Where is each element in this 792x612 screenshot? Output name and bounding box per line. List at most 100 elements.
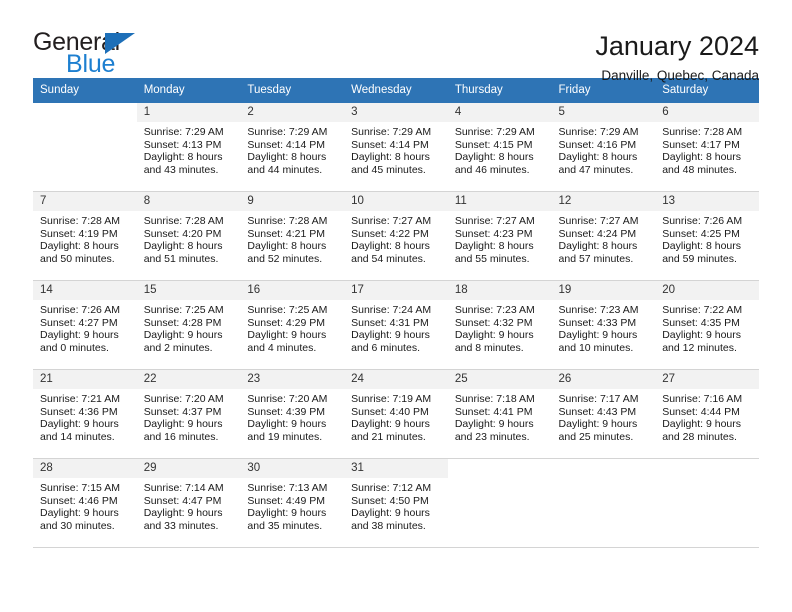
daylight-text-line2: and 33 minutes. bbox=[143, 519, 219, 532]
daylight-text-line1: Daylight: 8 hours bbox=[143, 240, 223, 253]
weekday-header-monday: Monday bbox=[136, 78, 241, 103]
calendar-day-cell[interactable]: 31 Sunrise: 7:12 AM Sunset: 4:50 PM Dayligh… bbox=[344, 458, 448, 548]
daylight-text-line2: and 10 minutes. bbox=[558, 341, 634, 354]
calendar-day-cell[interactable]: 13 Sunrise: 7:26 AM Sunset: 4:25 PM Dayligh… bbox=[655, 191, 759, 281]
calendar-day-cell[interactable]: 1 Sunrise: 7:29 AM Sunset: 4:13 PM Daylight… bbox=[136, 102, 241, 192]
day-sun-info: Sunrise: 7:25 AM Sunset: 4:29 PM Daylight:… bbox=[240, 300, 344, 354]
sunset-text: Sunset: 4:29 PM bbox=[247, 316, 326, 329]
calendar-day-cell[interactable]: 18 Sunrise: 7:23 AM Sunset: 4:32 PM Dayligh… bbox=[447, 280, 552, 370]
calendar-day-cell[interactable]: 22 Sunrise: 7:20 AM Sunset: 4:37 PM Dayligh… bbox=[136, 369, 241, 459]
calendar-day-cell[interactable]: 15 Sunrise: 7:25 AM Sunset: 4:28 PM Dayligh… bbox=[136, 280, 241, 370]
daylight-text-line1: Daylight: 9 hours bbox=[40, 418, 119, 431]
day-number: 16 bbox=[240, 281, 345, 300]
daylight-text-line2: and 0 minutes. bbox=[40, 341, 109, 354]
sunrise-text: Sunrise: 7:18 AM bbox=[454, 393, 535, 405]
calendar-day-cell[interactable]: 27 Sunrise: 7:16 AM Sunset: 4:44 PM Dayligh… bbox=[655, 369, 759, 459]
daylight-text-line2: and 23 minutes. bbox=[454, 430, 530, 443]
calendar-day-cell[interactable]: 14 Sunrise: 7:26 AM Sunset: 4:27 PM Dayligh… bbox=[33, 280, 137, 370]
day-sun-info: Sunrise: 7:26 AM Sunset: 4:25 PM Daylight:… bbox=[655, 211, 759, 265]
calendar-body: 1 Sunrise: 7:29 AM Sunset: 4:13 PM Daylight… bbox=[33, 102, 759, 548]
sunset-text: Sunset: 4:19 PM bbox=[40, 227, 118, 240]
day-sun-info: Sunrise: 7:26 AM Sunset: 4:27 PM Daylight:… bbox=[33, 300, 137, 354]
sunrise-text: Sunrise: 7:23 AM bbox=[454, 304, 535, 316]
calendar-empty-cell bbox=[33, 102, 137, 192]
day-number: 19 bbox=[551, 281, 656, 300]
day-number: 21 bbox=[33, 370, 137, 389]
calendar-day-cell[interactable]: 23 Sunrise: 7:20 AM Sunset: 4:39 PM Dayligh… bbox=[240, 369, 345, 459]
calendar-day-cell[interactable]: 26 Sunrise: 7:17 AM Sunset: 4:43 PM Dayligh… bbox=[551, 369, 656, 459]
calendar-day-cell[interactable]: 6 Sunrise: 7:28 AM Sunset: 4:17 PM Daylight… bbox=[655, 102, 759, 192]
calendar-day-cell[interactable]: 2 Sunrise: 7:29 AM Sunset: 4:14 PM Daylight… bbox=[240, 102, 345, 192]
day-number: 24 bbox=[344, 370, 448, 389]
calendar-day-cell[interactable]: 29 Sunrise: 7:14 AM Sunset: 4:47 PM Dayligh… bbox=[136, 458, 241, 548]
day-sun-info: Sunrise: 7:13 AM Sunset: 4:49 PM Daylight:… bbox=[240, 478, 344, 532]
calendar-day-cell[interactable]: 21 Sunrise: 7:21 AM Sunset: 4:36 PM Dayligh… bbox=[33, 369, 137, 459]
sunset-text: Sunset: 4:17 PM bbox=[662, 138, 740, 151]
calendar-day-cell[interactable]: 19 Sunrise: 7:23 AM Sunset: 4:33 PM Dayligh… bbox=[551, 280, 656, 370]
day-number: 31 bbox=[344, 459, 448, 478]
calendar-day-cell[interactable]: 20 Sunrise: 7:22 AM Sunset: 4:35 PM Dayligh… bbox=[655, 280, 759, 370]
sunset-text: Sunset: 4:33 PM bbox=[558, 316, 637, 329]
daylight-text-line1: Daylight: 8 hours bbox=[247, 151, 327, 164]
sunset-text: Sunset: 4:35 PM bbox=[662, 316, 740, 329]
calendar-day-cell[interactable]: 11 Sunrise: 7:27 AM Sunset: 4:23 PM Dayligh… bbox=[447, 191, 552, 281]
general-blue-logo: General Blue bbox=[33, 28, 151, 78]
sunset-text: Sunset: 4:44 PM bbox=[662, 405, 740, 418]
daylight-text-line1: Daylight: 8 hours bbox=[143, 151, 223, 164]
sunrise-text: Sunrise: 7:29 AM bbox=[454, 126, 535, 138]
calendar-day-cell[interactable]: 7 Sunrise: 7:28 AM Sunset: 4:19 PM Daylight… bbox=[33, 191, 137, 281]
sunrise-text: Sunrise: 7:20 AM bbox=[247, 393, 328, 405]
sunset-text: Sunset: 4:46 PM bbox=[40, 494, 118, 507]
calendar-day-cell[interactable]: 8 Sunrise: 7:28 AM Sunset: 4:20 PM Daylight… bbox=[136, 191, 241, 281]
sunset-text: Sunset: 4:13 PM bbox=[143, 138, 222, 151]
sunrise-text: Sunrise: 7:16 AM bbox=[662, 393, 743, 405]
day-sun-info: Sunrise: 7:29 AM Sunset: 4:13 PM Daylight:… bbox=[137, 122, 241, 176]
daylight-text-line1: Daylight: 9 hours bbox=[40, 329, 119, 342]
calendar-day-cell[interactable]: 9 Sunrise: 7:28 AM Sunset: 4:21 PM Daylight… bbox=[240, 191, 345, 281]
sunset-text: Sunset: 4:20 PM bbox=[143, 227, 222, 240]
sunrise-text: Sunrise: 7:29 AM bbox=[558, 126, 639, 138]
sunrise-text: Sunrise: 7:17 AM bbox=[558, 393, 639, 405]
sunrise-text: Sunrise: 7:29 AM bbox=[143, 126, 224, 138]
sunset-text: Sunset: 4:14 PM bbox=[351, 138, 429, 151]
calendar-day-cell[interactable]: 28 Sunrise: 7:15 AM Sunset: 4:46 PM Dayligh… bbox=[33, 458, 137, 548]
calendar-day-cell[interactable]: 24 Sunrise: 7:19 AM Sunset: 4:40 PM Dayligh… bbox=[344, 369, 448, 459]
sunrise-text: Sunrise: 7:13 AM bbox=[247, 482, 328, 494]
calendar-day-cell[interactable]: 30 Sunrise: 7:13 AM Sunset: 4:49 PM Dayligh… bbox=[240, 458, 345, 548]
calendar-day-cell[interactable]: 25 Sunrise: 7:18 AM Sunset: 4:41 PM Dayligh… bbox=[447, 369, 552, 459]
daylight-text-line1: Daylight: 9 hours bbox=[247, 418, 327, 431]
day-sun-info: Sunrise: 7:22 AM Sunset: 4:35 PM Daylight:… bbox=[655, 300, 759, 354]
day-cell-inner: 1 Sunrise: 7:29 AM Sunset: 4:13 PM Daylight… bbox=[136, 103, 241, 191]
daylight-text-line1: Daylight: 9 hours bbox=[454, 329, 534, 342]
day-sun-info: Sunrise: 7:16 AM Sunset: 4:44 PM Daylight:… bbox=[655, 389, 759, 443]
calendar-day-cell[interactable]: 3 Sunrise: 7:29 AM Sunset: 4:14 PM Daylight… bbox=[344, 102, 448, 192]
daylight-text-line2: and 59 minutes. bbox=[662, 252, 737, 265]
calendar-day-cell[interactable]: 12 Sunrise: 7:27 AM Sunset: 4:24 PM Dayligh… bbox=[551, 191, 656, 281]
day-sun-info: Sunrise: 7:29 AM Sunset: 4:14 PM Daylight:… bbox=[344, 122, 448, 176]
sunrise-text: Sunrise: 7:27 AM bbox=[351, 215, 432, 227]
calendar-day-cell[interactable]: 10 Sunrise: 7:27 AM Sunset: 4:22 PM Dayligh… bbox=[344, 191, 448, 281]
sunrise-text: Sunrise: 7:14 AM bbox=[143, 482, 224, 494]
sunset-text: Sunset: 4:41 PM bbox=[454, 405, 533, 418]
calendar-day-cell[interactable]: 4 Sunrise: 7:29 AM Sunset: 4:15 PM Daylight… bbox=[447, 102, 552, 192]
day-cell-inner: 25 Sunrise: 7:18 AM Sunset: 4:41 PM Dayligh… bbox=[447, 370, 552, 458]
calendar-day-cell[interactable]: 5 Sunrise: 7:29 AM Sunset: 4:16 PM Daylight… bbox=[551, 102, 656, 192]
calendar-day-cell[interactable]: 17 Sunrise: 7:24 AM Sunset: 4:31 PM Dayligh… bbox=[344, 280, 448, 370]
day-cell-inner: 17 Sunrise: 7:24 AM Sunset: 4:31 PM Dayligh… bbox=[344, 281, 448, 369]
daylight-text-line2: and 43 minutes. bbox=[143, 163, 219, 176]
daylight-text-line1: Daylight: 8 hours bbox=[558, 151, 638, 164]
day-number: 18 bbox=[447, 281, 552, 300]
daylight-text-line1: Daylight: 9 hours bbox=[143, 507, 223, 520]
day-cell-inner: 8 Sunrise: 7:28 AM Sunset: 4:20 PM Daylight… bbox=[136, 192, 241, 280]
daylight-text-line2: and 46 minutes. bbox=[454, 163, 530, 176]
daylight-text-line2: and 47 minutes. bbox=[558, 163, 634, 176]
sunrise-text: Sunrise: 7:29 AM bbox=[351, 126, 432, 138]
day-sun-info: Sunrise: 7:23 AM Sunset: 4:33 PM Daylight:… bbox=[552, 300, 656, 354]
day-cell-inner: 29 Sunrise: 7:14 AM Sunset: 4:47 PM Dayligh… bbox=[136, 459, 241, 547]
day-sun-info: Sunrise: 7:27 AM Sunset: 4:23 PM Daylight:… bbox=[448, 211, 552, 265]
daylight-text-line2: and 55 minutes. bbox=[454, 252, 530, 265]
calendar-week-row: 7 Sunrise: 7:28 AM Sunset: 4:19 PM Daylight… bbox=[33, 191, 759, 281]
calendar-day-cell[interactable]: 16 Sunrise: 7:25 AM Sunset: 4:29 PM Dayligh… bbox=[240, 280, 345, 370]
day-number: 10 bbox=[344, 192, 448, 211]
day-cell-inner: 21 Sunrise: 7:21 AM Sunset: 4:36 PM Dayligh… bbox=[33, 370, 137, 458]
